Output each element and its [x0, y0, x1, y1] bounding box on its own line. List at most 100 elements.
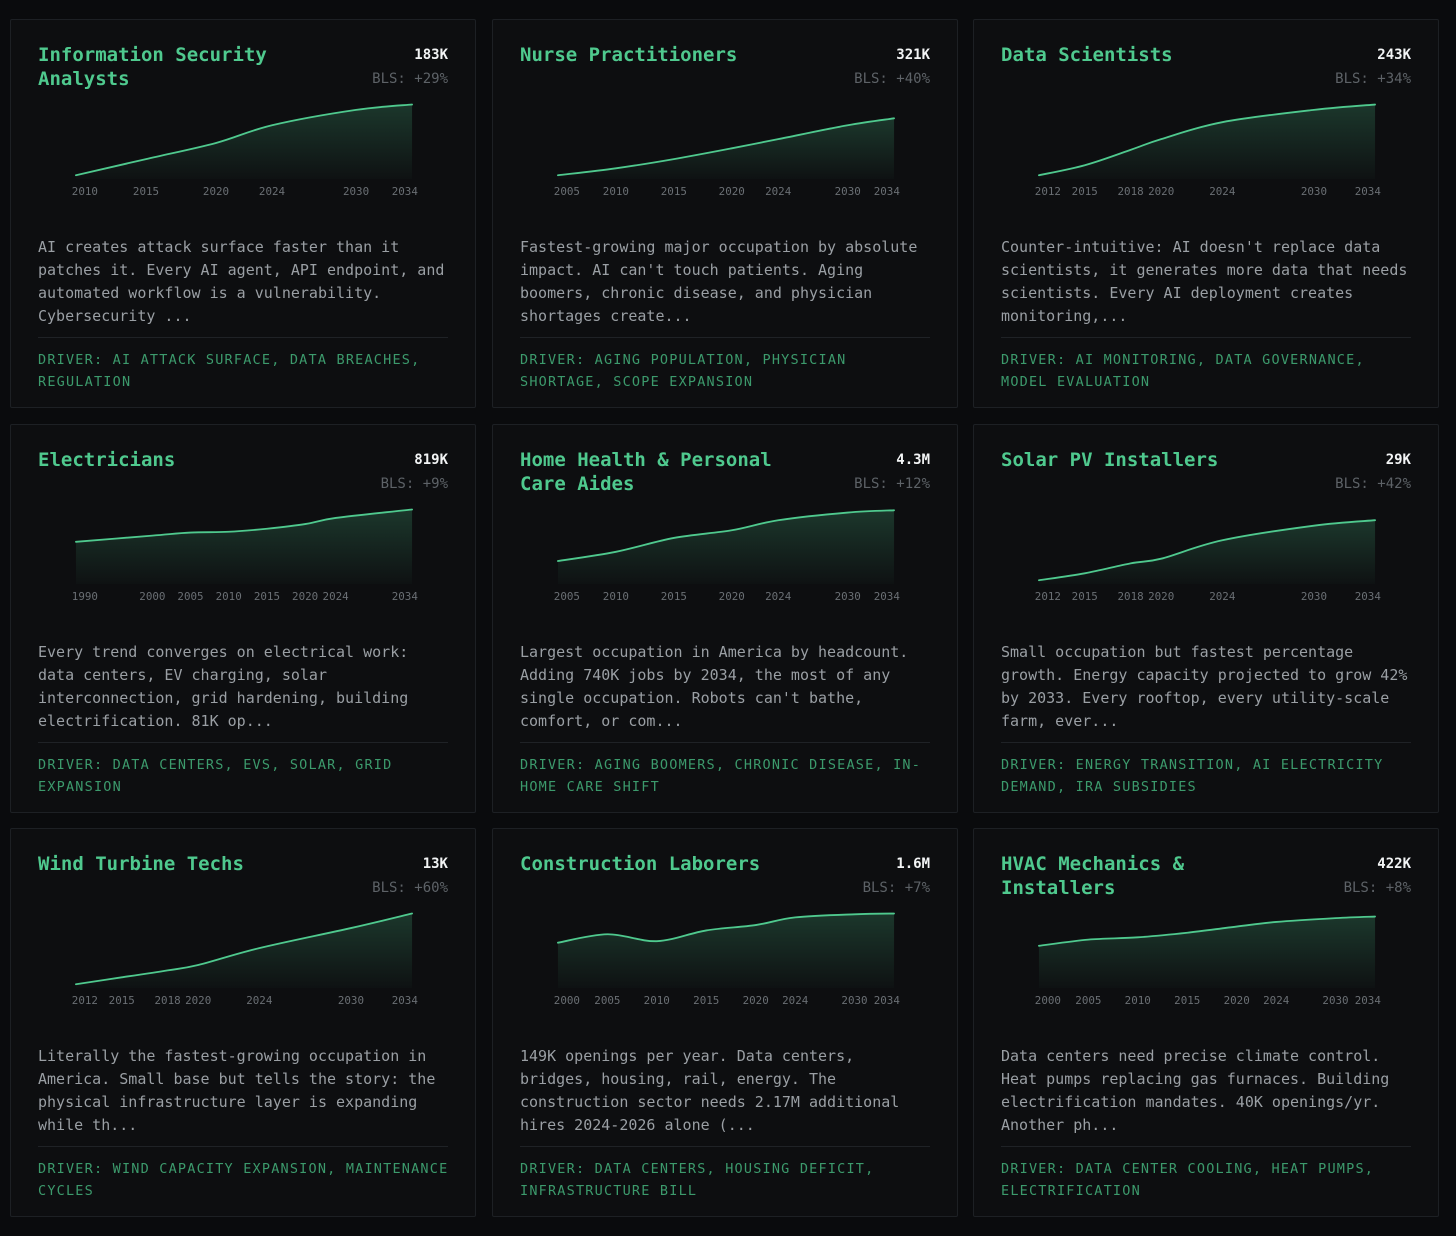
x-tick-label: 2020 [185, 994, 211, 1007]
driver-tags: DRIVER: DATA CENTERS, HOUSING DEFICIT, I… [520, 1161, 875, 1199]
x-tick-label: 2034 [392, 590, 419, 603]
occupation-description: AI creates attack surface faster than it… [38, 238, 445, 325]
driver-tags: DRIVER: WIND CAPACITY EXPANSION, MAINTEN… [38, 1161, 449, 1199]
bls-growth: BLS: +8% [1343, 880, 1411, 896]
growth-sparkline: 2012 2015 2018 2020 2024 2030 2034 [1035, 519, 1382, 603]
growth-sparkline: 2005 2010 2015 2020 2024 2030 2034 [554, 117, 901, 198]
occupation-description: Small occupation but fastest percentage … [1001, 643, 1408, 730]
driver-tags: DRIVER: ENERGY TRANSITION, AI ELECTRICIT… [1001, 757, 1384, 795]
occupation-description: Counter-intuitive: AI doesn't replace da… [1001, 238, 1408, 325]
x-tick-label: 2030 [1322, 994, 1348, 1007]
x-tick-label: 2024 [765, 590, 792, 603]
x-tick-label: 2010 [216, 590, 242, 603]
sparkline-area [75, 509, 413, 585]
growth-sparkline: 2000 2005 2010 2015 2020 2024 2030 2034 [554, 912, 900, 1007]
occupation-card[interactable]: Construction Laborers 1.6M BLS: +7% 2000… [492, 828, 958, 1217]
x-tick-label: 2010 [1125, 994, 1151, 1007]
x-tick-label: 2015 [1174, 994, 1200, 1007]
occupation-title: Information Security Analysts [38, 44, 267, 90]
x-tick-label: 2020 [203, 185, 229, 198]
x-tick-label: 2005 [594, 994, 620, 1007]
sparkline-area [557, 510, 895, 585]
employment-count: 243K [1377, 47, 1411, 63]
driver-tags: DRIVER: DATA CENTERS, EVS, SOLAR, GRID E… [38, 757, 393, 795]
occupation-card[interactable]: HVAC Mechanics & Installers 422K BLS: +8… [973, 828, 1439, 1217]
occupation-description: Literally the fastest-growing occupation… [38, 1047, 436, 1134]
x-tick-label: 2034 [392, 185, 419, 198]
x-tick-label: 2010 [603, 590, 629, 603]
bls-growth: BLS: +40% [854, 71, 930, 87]
occupation-description: Largest occupation in America by headcou… [520, 643, 909, 730]
occupation-card[interactable]: Home Health & Personal Care Aides 4.3M B… [492, 424, 958, 813]
x-tick-label: 2020 [743, 994, 769, 1007]
occupation-card[interactable]: Electricians 819K BLS: +9% 1990 2000 2005 2… [10, 424, 476, 813]
x-tick-label: 2030 [343, 185, 369, 198]
occupation-title: Data Scientists [1001, 44, 1173, 66]
driver-tags: DRIVER: DATA CENTER COOLING, HEAT PUMPS,… [1001, 1161, 1375, 1199]
x-tick-label: 2020 [1148, 590, 1174, 603]
driver-tags: DRIVER: AI MONITORING, DATA GOVERNANCE, … [1001, 352, 1365, 390]
x-tick-label: 2034 [392, 994, 419, 1007]
x-tick-label: 2024 [765, 185, 792, 198]
x-tick-label: 1990 [72, 590, 98, 603]
sparkline-area [1038, 520, 1376, 585]
x-tick-label: 2020 [292, 590, 318, 603]
x-tick-label: 2024 [1263, 994, 1290, 1007]
occupation-card[interactable]: Wind Turbine Techs 13K BLS: +60% 2012 201… [10, 828, 476, 1217]
x-tick-label: 2034 [874, 185, 901, 198]
bls-growth: BLS: +60% [372, 880, 448, 896]
divider [520, 1146, 930, 1147]
x-tick-label: 2005 [554, 590, 580, 603]
x-tick-label: 2015 [693, 994, 719, 1007]
bls-growth: BLS: +34% [1335, 71, 1411, 87]
x-tick-label: 2024 [782, 994, 809, 1007]
sparkline-area [557, 913, 895, 989]
x-tick-label: 2018 [155, 994, 181, 1007]
employment-count: 183K [414, 47, 448, 63]
x-tick-label: 2018 [1118, 185, 1144, 198]
x-tick-label: 2015 [254, 590, 280, 603]
bls-growth: BLS: +42% [1335, 476, 1411, 492]
growth-sparkline: 2012 2015 2018 2020 2024 2030 2034 [1035, 103, 1382, 198]
growth-sparkline: 2000 2005 2010 2015 2020 2024 2030 2034 [1035, 915, 1381, 1007]
employment-count: 819K [414, 452, 448, 468]
driver-tags: DRIVER: AGING BOOMERS, CHRONIC DISEASE, … [520, 757, 922, 795]
x-tick-label: 2015 [133, 185, 159, 198]
growth-sparkline: 2012 2015 2018 2020 2024 2030 2034 [72, 912, 419, 1007]
x-tick-label: 2034 [1355, 185, 1382, 198]
x-tick-label: 2030 [1301, 185, 1327, 198]
occupation-description: Every trend converges on electrical work… [38, 643, 409, 730]
occupation-description: Data centers need precise climate contro… [1001, 1047, 1390, 1134]
x-tick-label: 2010 [603, 185, 629, 198]
divider [1001, 337, 1411, 338]
x-tick-label: 2000 [139, 590, 165, 603]
occupation-title: Construction Laborers [520, 853, 761, 875]
divider [1001, 1146, 1411, 1147]
x-tick-label: 2030 [835, 185, 861, 198]
x-tick-label: 2034 [874, 590, 901, 603]
occupation-card[interactable]: Nurse Practitioners 321K BLS: +40% 2005 2… [492, 19, 958, 408]
x-tick-label: 2024 [323, 590, 350, 603]
x-tick-label: 2000 [554, 994, 580, 1007]
employment-count: 422K [1377, 856, 1411, 872]
employment-count: 29K [1385, 452, 1411, 468]
occupation-title: Wind Turbine Techs [38, 853, 244, 875]
x-tick-label: 2034 [1355, 590, 1382, 603]
x-tick-label: 2030 [1301, 590, 1327, 603]
bls-growth: BLS: +7% [862, 880, 930, 896]
x-tick-label: 2015 [109, 994, 135, 1007]
x-tick-label: 2010 [644, 994, 670, 1007]
bls-growth: BLS: +9% [380, 476, 448, 492]
growth-sparkline: 1990 2000 2005 2010 2015 2020 2024 2034 [72, 508, 419, 603]
occupation-title: Electricians [38, 449, 176, 471]
divider [38, 337, 448, 338]
employment-count: 13K [422, 856, 448, 872]
occupation-card[interactable]: Information Security Analysts 183K BLS: … [10, 19, 476, 408]
x-tick-label: 2015 [1072, 590, 1098, 603]
occupation-card[interactable]: Data Scientists 243K BLS: +34% 2012 2015 2… [973, 19, 1439, 408]
x-tick-label: 2030 [835, 590, 861, 603]
sparkline-area [1038, 916, 1376, 989]
x-tick-label: 2024 [1209, 590, 1236, 603]
x-tick-label: 2020 [719, 185, 745, 198]
occupation-card[interactable]: Solar PV Installers 29K BLS: +42% 2012 20… [973, 424, 1439, 813]
